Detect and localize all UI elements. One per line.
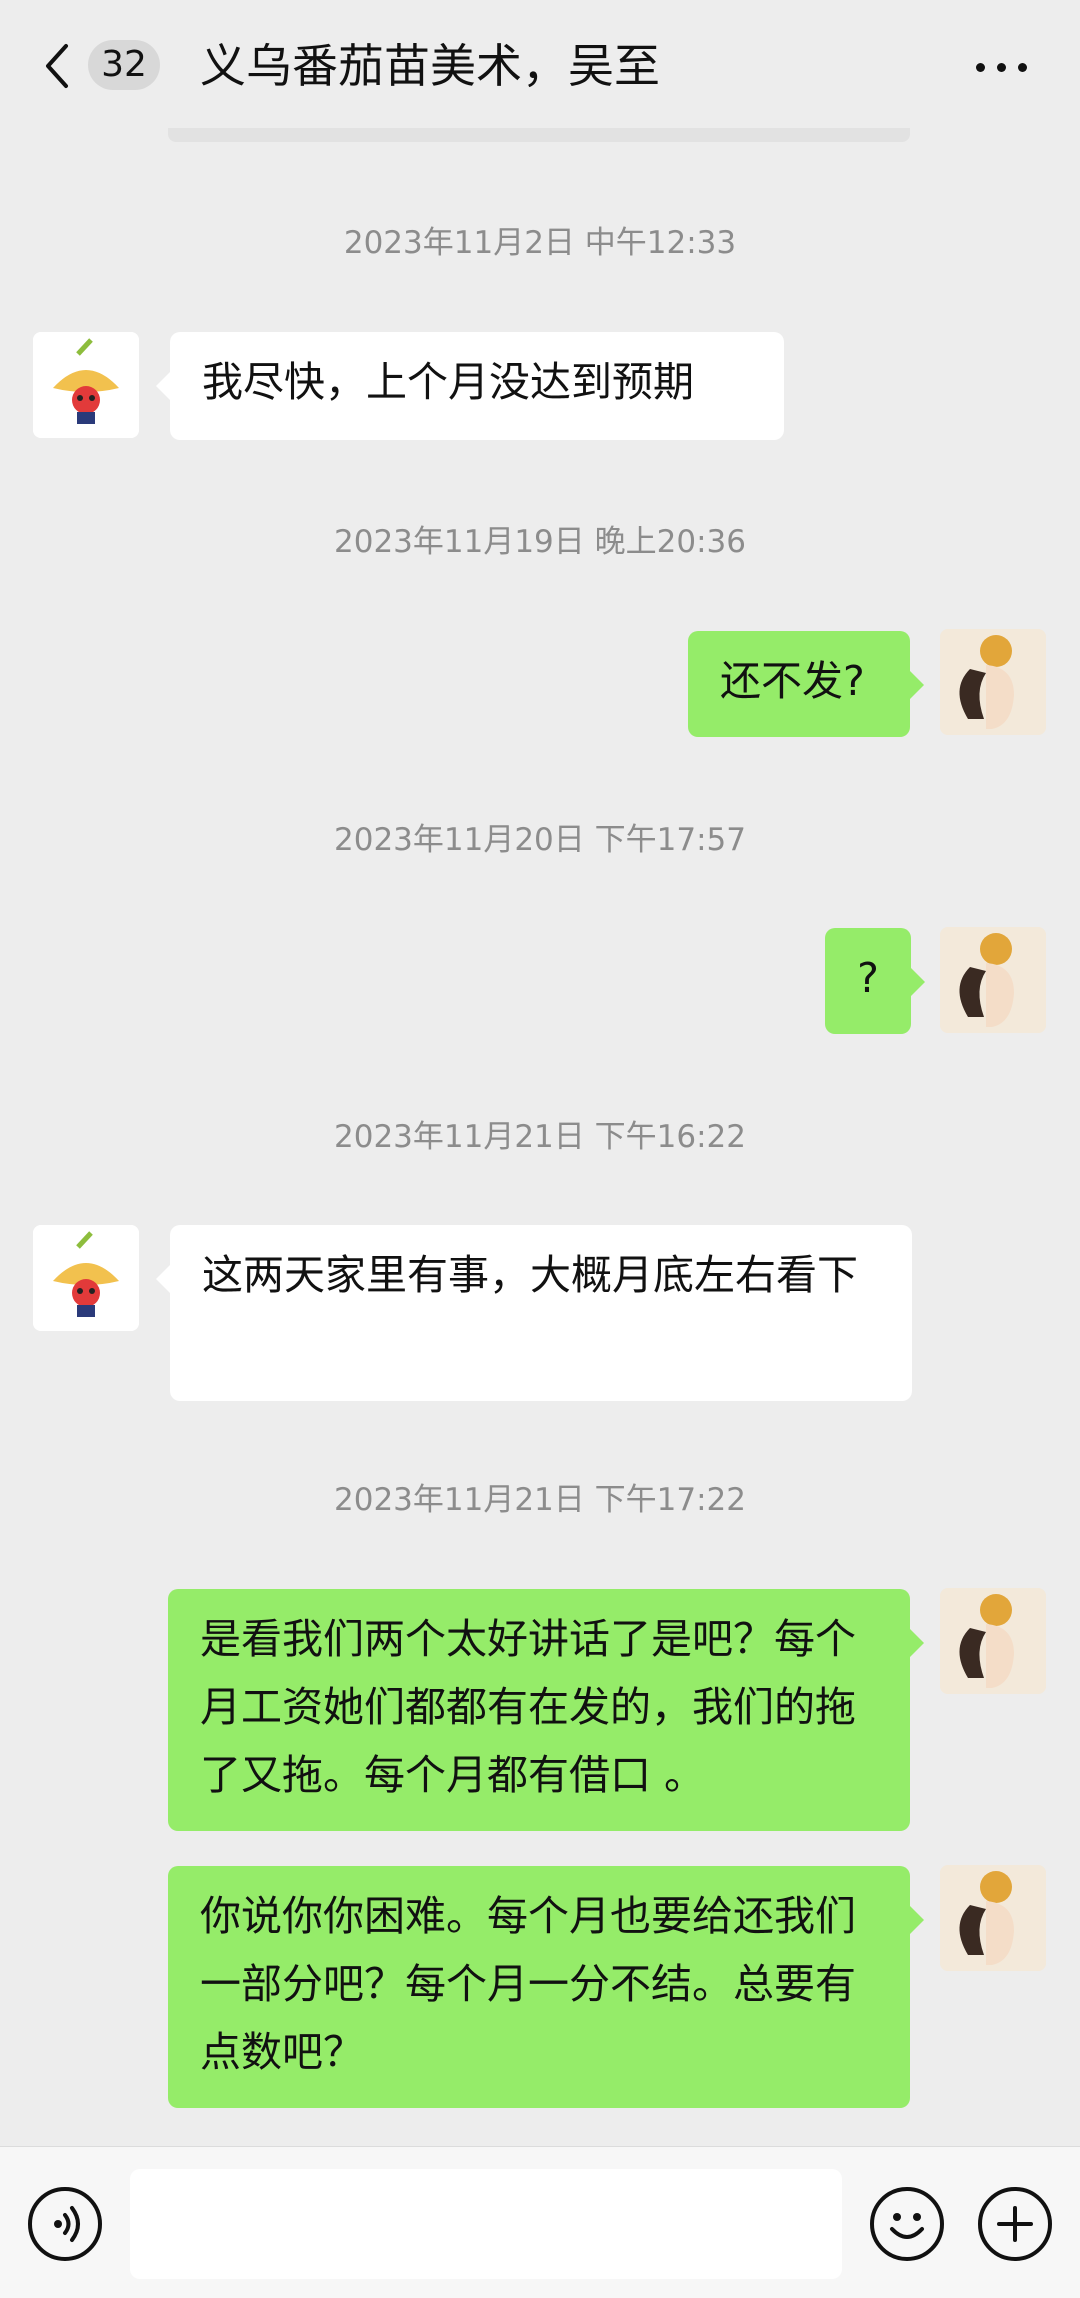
avatar-image-contact: [33, 1225, 139, 1331]
timestamp: 2023年11月20日 下午17:57: [334, 822, 746, 858]
more-options-button[interactable]: [972, 44, 1032, 88]
my-avatar[interactable]: [940, 1865, 1046, 1971]
message-bubble-received[interactable]: 这两天家里有事，大概月底左右看下: [156, 1225, 912, 1401]
timestamp: 2023年11月21日 下午16:22: [334, 1119, 746, 1155]
title-redaction: [738, 46, 790, 86]
avatar-image-self: [940, 1588, 1046, 1694]
more-functions-button[interactable]: [978, 2187, 1052, 2261]
my-avatar[interactable]: [940, 1588, 1046, 1694]
message-bubble-sent[interactable]: 是看我们两个太好讲话了是吧？每个月工资她们都都有在发的，我们的拖了又拖。每个月都…: [168, 1589, 924, 1831]
message-bubble-sent[interactable]: 你说你你困难。每个月也要给还我们一部分吧？每个月一分不结。总要有点数吧？: [168, 1866, 924, 2108]
more-dots-icon: [976, 63, 985, 72]
back-button[interactable]: [40, 40, 80, 92]
timestamp: 2023年11月19日 晚上20:36: [334, 524, 746, 560]
previous-message-edge: [168, 128, 910, 142]
my-avatar[interactable]: [940, 927, 1046, 1033]
voice-icon: [54, 2206, 80, 2242]
plus-icon: [997, 2206, 1033, 2242]
message-bubble-sent[interactable]: 还不发?: [688, 631, 924, 737]
message-input[interactable]: [130, 2169, 842, 2279]
contact-avatar[interactable]: [33, 1225, 139, 1331]
voice-button[interactable]: [28, 2187, 102, 2261]
timestamp: 2023年11月2日 中午12:33: [343, 225, 737, 261]
contact-avatar[interactable]: [33, 332, 139, 438]
chat-header: 32 义乌番茄苗美术，吴至: [0, 0, 1080, 132]
emoji-button[interactable]: [870, 2187, 944, 2261]
message-bubble-sent[interactable]: ?: [825, 928, 925, 1034]
timestamp: 2023年11月21日 下午17:22: [334, 1482, 746, 1518]
avatar-image-self: [940, 1865, 1046, 1971]
input-bar: [0, 2146, 1080, 2298]
my-avatar[interactable]: [940, 629, 1046, 735]
avatar-image-contact: [33, 332, 139, 438]
unread-count-badge[interactable]: 32: [88, 40, 160, 90]
emoji-icon: [890, 2213, 924, 2239]
chat-title: 义乌番茄苗美术，吴至: [200, 39, 660, 93]
avatar-image-self: [940, 629, 1046, 735]
chevron-left-icon: [46, 44, 68, 88]
message-bubble-received[interactable]: 我尽快，上个月没达到预期: [156, 332, 784, 440]
avatar-image-self: [940, 927, 1046, 1033]
